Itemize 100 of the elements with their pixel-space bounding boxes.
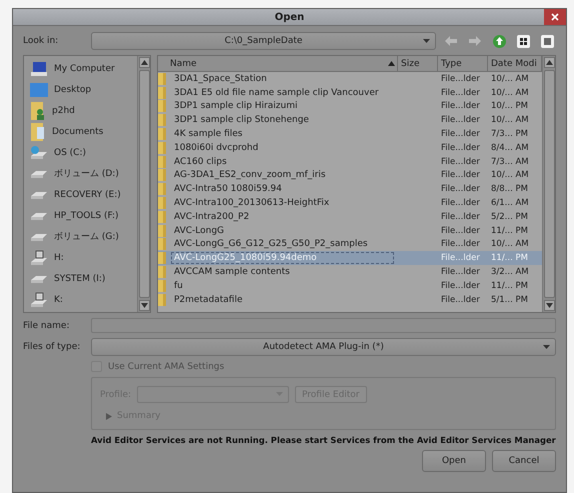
file-row[interactable]: P2metadatafile File...lder 5/1... PM xyxy=(158,292,542,307)
close-button[interactable] xyxy=(544,9,566,25)
file-row[interactable]: AVC-LongG File...lder 11/... PM xyxy=(158,224,542,238)
open-button[interactable]: Open xyxy=(422,450,486,472)
date-modified: 3/2... AM xyxy=(490,267,530,278)
sidebar-item[interactable]: My Computer xyxy=(24,58,137,79)
file-type: File...lder xyxy=(440,253,481,264)
file-name: AG-3DA1_ES2_conv_zoom_mf_iris xyxy=(173,169,327,182)
file-name: AVCCAM sample contents xyxy=(173,266,291,278)
desktop-icon xyxy=(30,82,48,96)
sidebar-item[interactable]: K: xyxy=(24,289,137,310)
file-type: File...lder xyxy=(440,280,481,291)
scrollbar[interactable] xyxy=(137,56,150,312)
file-type: File...lder xyxy=(440,212,481,222)
cancel-button[interactable]: Cancel xyxy=(492,450,556,472)
sidebar-item[interactable]: p2hd xyxy=(24,100,137,121)
file-name: 4K sample files xyxy=(173,128,244,140)
list-view-button[interactable] xyxy=(538,32,556,50)
file-row[interactable]: 3DP1 sample clip Hiraizumi File...lder 10/... PM xyxy=(158,100,542,114)
document-folder-icon xyxy=(30,122,46,140)
folder-icon xyxy=(158,252,166,264)
date-modified: 5/1... PM xyxy=(490,294,529,305)
file-type: File...lder xyxy=(440,267,481,278)
window-title: Open xyxy=(274,12,304,22)
look-in-label: Look in: xyxy=(23,36,60,46)
date-modified: 8/8... PM xyxy=(490,184,529,194)
date-modified: 7/3... PM xyxy=(490,129,529,140)
file-type: File...lder xyxy=(440,294,481,305)
date-modified: 6/1... AM xyxy=(490,198,530,208)
close-icon xyxy=(551,13,559,21)
drive-icon xyxy=(30,232,48,242)
folder-icon xyxy=(158,114,166,126)
date-modified: 8/4... AM xyxy=(490,142,530,153)
file-row[interactable]: AG-3DA1_ES2_conv_zoom_mf_iris File...lder 10/... AM xyxy=(158,168,542,182)
file-type: File...lder xyxy=(440,170,481,180)
file-row[interactable]: AVC-Intra100_20130613-HeightFix File...lder 6/1... AM xyxy=(158,196,542,210)
scroll-up-button[interactable] xyxy=(544,57,554,68)
file-name: AC160 clips xyxy=(173,156,228,168)
file-name: AVC-LongG xyxy=(173,224,226,237)
user-folder-icon xyxy=(30,102,46,120)
folder-icon xyxy=(158,294,166,306)
file-name: 3DA1 E5 old file name sample clip Vancouver xyxy=(173,86,380,99)
scroll-down-button[interactable] xyxy=(544,300,554,311)
caret-icon xyxy=(423,39,430,44)
date-modified: 11/... PM xyxy=(490,280,529,291)
scroll-down-button[interactable] xyxy=(138,300,150,311)
date-modified: 10/... PM xyxy=(490,101,529,112)
sidebar-item[interactable]: SYSTEM (I:) xyxy=(24,268,137,289)
sidebar-item[interactable]: ボリューム (G:) xyxy=(24,226,137,247)
date-modified: 10/... AM xyxy=(490,115,530,126)
file-row[interactable]: fu File...lder 11/... PM xyxy=(158,278,542,293)
column-header[interactable]: Name xyxy=(158,56,398,71)
scroll-thumb[interactable] xyxy=(138,70,150,298)
scroll-thumb[interactable] xyxy=(544,70,554,298)
sidebar-item[interactable]: ボリューム (D:) xyxy=(24,163,137,184)
sidebar-item[interactable]: Documents xyxy=(24,121,137,142)
column-header[interactable]: Size xyxy=(398,56,438,71)
sidebar-item[interactable]: RECOVERY (E:) xyxy=(24,184,137,205)
file-row[interactable]: 3DA1_Space_Station File...lder 10/... AM xyxy=(158,72,542,86)
scrollbar[interactable] xyxy=(542,56,555,312)
file-row[interactable]: 4K sample files File...lder 7/3... PM xyxy=(158,127,542,141)
sidebar-item[interactable]: OS (C:) xyxy=(24,142,137,163)
computer-icon xyxy=(30,60,48,76)
files-of-type-dropdown[interactable]: Autodetect AMA Plug-in (*) xyxy=(91,338,556,356)
icon-view-button[interactable] xyxy=(514,32,532,50)
file-row[interactable]: AC160 clips File...lder 7/3... AM xyxy=(158,154,542,169)
date-modified: 10/... AM xyxy=(490,74,530,84)
file-type: File...lder xyxy=(440,156,481,167)
folder-icon xyxy=(158,183,166,196)
file-row[interactable]: 3DP1 sample clip Stonehenge File...lder 10/... AM xyxy=(158,113,542,128)
up-folder-button[interactable] xyxy=(490,32,508,50)
sidebar-item[interactable]: Desktop xyxy=(24,79,137,100)
caret-icon xyxy=(543,345,550,350)
look-in-dropdown[interactable]: C:\0_SampleDate xyxy=(91,32,436,50)
drive-icon xyxy=(30,274,48,284)
scroll-up-button[interactable] xyxy=(138,57,150,68)
file-type: File...lder xyxy=(440,88,481,98)
file-row[interactable]: 3DA1 E5 old file name sample clip Vancouver File...lder 10/... AM xyxy=(158,86,542,100)
file-name-label: File name: xyxy=(23,320,70,330)
file-row[interactable]: AVC-Intra50 1080i59.94 File...lder 8/8... PM xyxy=(158,182,542,196)
expand-arrow-icon[interactable] xyxy=(106,412,112,420)
file-name: AVC-Intra100_20130613-HeightFix xyxy=(173,197,330,210)
file-name: 3DP1 sample clip Hiraizumi xyxy=(173,100,298,112)
file-row[interactable]: 1080i60i dvcprohd File...lder 8/4... AM xyxy=(158,140,542,155)
sidebar-item[interactable]: H: xyxy=(24,247,137,268)
column-header[interactable]: Type xyxy=(438,56,488,71)
file-type: File...lder xyxy=(440,115,481,126)
file-row[interactable]: AVC-Intra200_P2 File...lder 5/2... PM xyxy=(158,210,542,224)
file-type: File...lder xyxy=(440,239,481,250)
files-of-type-label: Files of type: xyxy=(23,342,82,352)
sort-ascending-icon xyxy=(388,61,395,66)
file-name: 3DP1 sample clip Stonehenge xyxy=(173,114,310,126)
file-type: File...lder xyxy=(440,101,481,112)
sidebar-item[interactable]: HP_TOOLS (F:) xyxy=(24,205,137,226)
date-modified: 5/2... PM xyxy=(490,212,529,222)
folder-icon xyxy=(158,72,166,85)
file-row[interactable]: AVCCAM sample contents File...lder 3/2... AM xyxy=(158,265,542,279)
date-modified: 11/... PM xyxy=(490,226,529,236)
file-name: fu xyxy=(173,280,184,292)
file-row[interactable]: AVC-LongG_G6_G12_G25_G50_P2_samples File...lder 10/... AM xyxy=(158,238,542,252)
